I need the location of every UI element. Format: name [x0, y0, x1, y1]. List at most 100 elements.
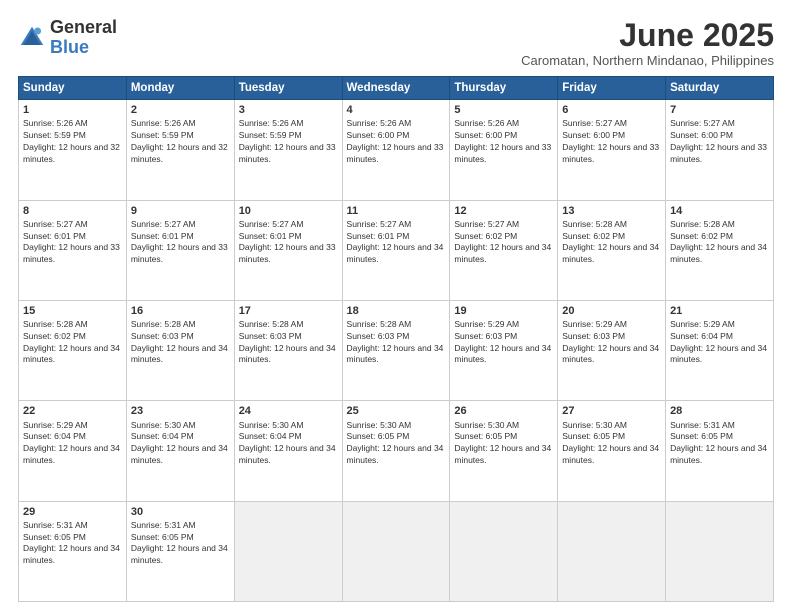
logo-text: General Blue [50, 18, 117, 58]
day-info: Sunrise: 5:31 AMSunset: 6:05 PMDaylight:… [670, 420, 767, 465]
day-info: Sunrise: 5:30 AMSunset: 6:05 PMDaylight:… [347, 420, 444, 465]
day-cell-16: 16 Sunrise: 5:28 AMSunset: 6:03 PMDaylig… [126, 300, 234, 400]
day-info: Sunrise: 5:29 AMSunset: 6:03 PMDaylight:… [454, 319, 551, 364]
day-number: 8 [23, 204, 122, 218]
day-info: Sunrise: 5:27 AMSunset: 6:01 PMDaylight:… [131, 219, 228, 264]
day-cell-7: 7 Sunrise: 5:27 AMSunset: 6:00 PMDayligh… [666, 100, 774, 200]
calendar: Sunday Monday Tuesday Wednesday Thursday… [18, 76, 774, 602]
day-number: 2 [131, 103, 230, 117]
day-info: Sunrise: 5:27 AMSunset: 6:02 PMDaylight:… [454, 219, 551, 264]
day-number: 27 [562, 404, 661, 418]
logo-general: General [50, 18, 117, 38]
calendar-row-4: 22 Sunrise: 5:29 AMSunset: 6:04 PMDaylig… [19, 401, 774, 501]
day-number: 12 [454, 204, 553, 218]
day-cell-27: 27 Sunrise: 5:30 AMSunset: 6:05 PMDaylig… [558, 401, 666, 501]
day-cell-12: 12 Sunrise: 5:27 AMSunset: 6:02 PMDaylig… [450, 200, 558, 300]
calendar-row-3: 15 Sunrise: 5:28 AMSunset: 6:02 PMDaylig… [19, 300, 774, 400]
day-info: Sunrise: 5:27 AMSunset: 6:01 PMDaylight:… [239, 219, 336, 264]
empty-cell [450, 501, 558, 601]
day-cell-11: 11 Sunrise: 5:27 AMSunset: 6:01 PMDaylig… [342, 200, 450, 300]
empty-cell [234, 501, 342, 601]
day-cell-21: 21 Sunrise: 5:29 AMSunset: 6:04 PMDaylig… [666, 300, 774, 400]
day-cell-10: 10 Sunrise: 5:27 AMSunset: 6:01 PMDaylig… [234, 200, 342, 300]
day-cell-23: 23 Sunrise: 5:30 AMSunset: 6:04 PMDaylig… [126, 401, 234, 501]
day-cell-5: 5 Sunrise: 5:26 AMSunset: 6:00 PMDayligh… [450, 100, 558, 200]
day-info: Sunrise: 5:29 AMSunset: 6:04 PMDaylight:… [23, 420, 120, 465]
day-number: 28 [670, 404, 769, 418]
day-cell-28: 28 Sunrise: 5:31 AMSunset: 6:05 PMDaylig… [666, 401, 774, 501]
day-info: Sunrise: 5:28 AMSunset: 6:02 PMDaylight:… [23, 319, 120, 364]
day-info: Sunrise: 5:28 AMSunset: 6:03 PMDaylight:… [239, 319, 336, 364]
day-info: Sunrise: 5:26 AMSunset: 5:59 PMDaylight:… [239, 118, 336, 163]
day-cell-24: 24 Sunrise: 5:30 AMSunset: 6:04 PMDaylig… [234, 401, 342, 501]
day-info: Sunrise: 5:31 AMSunset: 6:05 PMDaylight:… [23, 520, 120, 565]
col-saturday: Saturday [666, 77, 774, 100]
day-info: Sunrise: 5:28 AMSunset: 6:02 PMDaylight:… [562, 219, 659, 264]
day-number: 21 [670, 304, 769, 318]
day-number: 6 [562, 103, 661, 117]
calendar-row-5: 29 Sunrise: 5:31 AMSunset: 6:05 PMDaylig… [19, 501, 774, 601]
day-info: Sunrise: 5:27 AMSunset: 6:01 PMDaylight:… [23, 219, 120, 264]
day-number: 22 [23, 404, 122, 418]
day-number: 1 [23, 103, 122, 117]
day-cell-26: 26 Sunrise: 5:30 AMSunset: 6:05 PMDaylig… [450, 401, 558, 501]
day-cell-30: 30 Sunrise: 5:31 AMSunset: 6:05 PMDaylig… [126, 501, 234, 601]
day-info: Sunrise: 5:28 AMSunset: 6:03 PMDaylight:… [131, 319, 228, 364]
day-number: 26 [454, 404, 553, 418]
day-number: 7 [670, 103, 769, 117]
day-cell-2: 2 Sunrise: 5:26 AMSunset: 5:59 PMDayligh… [126, 100, 234, 200]
logo: General Blue [18, 18, 117, 58]
day-cell-1: 1 Sunrise: 5:26 AMSunset: 5:59 PMDayligh… [19, 100, 127, 200]
calendar-row-1: 1 Sunrise: 5:26 AMSunset: 5:59 PMDayligh… [19, 100, 774, 200]
day-number: 19 [454, 304, 553, 318]
day-number: 14 [670, 204, 769, 218]
day-info: Sunrise: 5:27 AMSunset: 6:00 PMDaylight:… [562, 118, 659, 163]
col-friday: Friday [558, 77, 666, 100]
day-info: Sunrise: 5:26 AMSunset: 6:00 PMDaylight:… [454, 118, 551, 163]
day-info: Sunrise: 5:30 AMSunset: 6:04 PMDaylight:… [239, 420, 336, 465]
month-year: June 2025 [521, 18, 774, 53]
day-number: 25 [347, 404, 446, 418]
day-number: 24 [239, 404, 338, 418]
empty-cell [558, 501, 666, 601]
page: General Blue June 2025 Caromatan, Northe… [0, 0, 792, 612]
day-number: 3 [239, 103, 338, 117]
day-cell-20: 20 Sunrise: 5:29 AMSunset: 6:03 PMDaylig… [558, 300, 666, 400]
day-cell-19: 19 Sunrise: 5:29 AMSunset: 6:03 PMDaylig… [450, 300, 558, 400]
header-row: Sunday Monday Tuesday Wednesday Thursday… [19, 77, 774, 100]
day-number: 20 [562, 304, 661, 318]
day-number: 13 [562, 204, 661, 218]
calendar-row-2: 8 Sunrise: 5:27 AMSunset: 6:01 PMDayligh… [19, 200, 774, 300]
day-cell-15: 15 Sunrise: 5:28 AMSunset: 6:02 PMDaylig… [19, 300, 127, 400]
day-cell-25: 25 Sunrise: 5:30 AMSunset: 6:05 PMDaylig… [342, 401, 450, 501]
day-info: Sunrise: 5:27 AMSunset: 6:01 PMDaylight:… [347, 219, 444, 264]
day-info: Sunrise: 5:30 AMSunset: 6:05 PMDaylight:… [562, 420, 659, 465]
day-info: Sunrise: 5:26 AMSunset: 6:00 PMDaylight:… [347, 118, 444, 163]
day-cell-4: 4 Sunrise: 5:26 AMSunset: 6:00 PMDayligh… [342, 100, 450, 200]
day-cell-22: 22 Sunrise: 5:29 AMSunset: 6:04 PMDaylig… [19, 401, 127, 501]
day-info: Sunrise: 5:30 AMSunset: 6:05 PMDaylight:… [454, 420, 551, 465]
day-info: Sunrise: 5:26 AMSunset: 5:59 PMDaylight:… [131, 118, 228, 163]
day-number: 4 [347, 103, 446, 117]
header: General Blue June 2025 Caromatan, Northe… [18, 18, 774, 68]
day-number: 30 [131, 505, 230, 519]
day-cell-9: 9 Sunrise: 5:27 AMSunset: 6:01 PMDayligh… [126, 200, 234, 300]
day-info: Sunrise: 5:30 AMSunset: 6:04 PMDaylight:… [131, 420, 228, 465]
day-cell-18: 18 Sunrise: 5:28 AMSunset: 6:03 PMDaylig… [342, 300, 450, 400]
col-sunday: Sunday [19, 77, 127, 100]
day-info: Sunrise: 5:29 AMSunset: 6:03 PMDaylight:… [562, 319, 659, 364]
day-cell-29: 29 Sunrise: 5:31 AMSunset: 6:05 PMDaylig… [19, 501, 127, 601]
empty-cell [342, 501, 450, 601]
day-number: 23 [131, 404, 230, 418]
day-number: 10 [239, 204, 338, 218]
day-cell-3: 3 Sunrise: 5:26 AMSunset: 5:59 PMDayligh… [234, 100, 342, 200]
day-info: Sunrise: 5:26 AMSunset: 5:59 PMDaylight:… [23, 118, 120, 163]
day-number: 11 [347, 204, 446, 218]
col-tuesday: Tuesday [234, 77, 342, 100]
day-number: 15 [23, 304, 122, 318]
day-cell-8: 8 Sunrise: 5:27 AMSunset: 6:01 PMDayligh… [19, 200, 127, 300]
day-cell-13: 13 Sunrise: 5:28 AMSunset: 6:02 PMDaylig… [558, 200, 666, 300]
col-monday: Monday [126, 77, 234, 100]
day-info: Sunrise: 5:28 AMSunset: 6:02 PMDaylight:… [670, 219, 767, 264]
day-cell-6: 6 Sunrise: 5:27 AMSunset: 6:00 PMDayligh… [558, 100, 666, 200]
